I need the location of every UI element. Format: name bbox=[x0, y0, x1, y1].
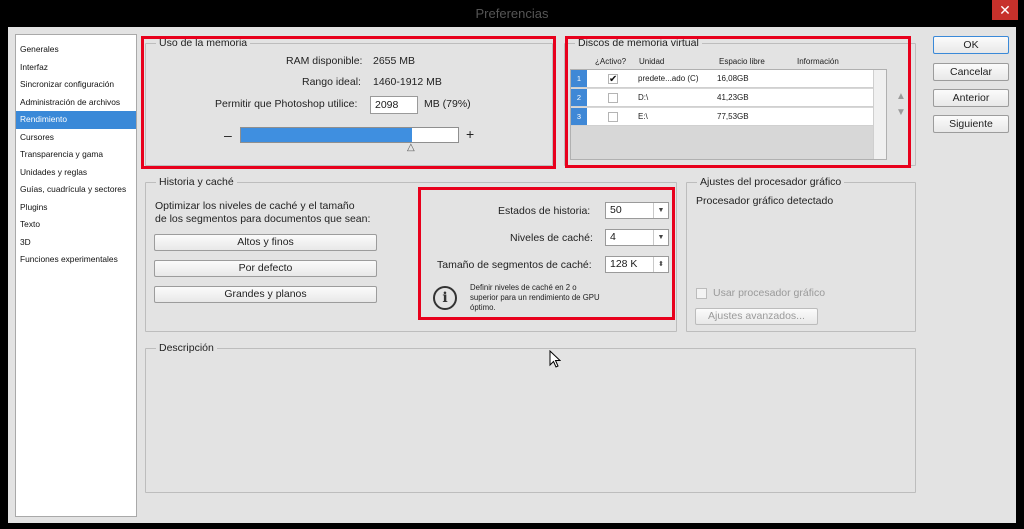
advanced-settings-button[interactable]: Ajustes avanzados... bbox=[695, 308, 818, 325]
cache-levels-select[interactable]: 4 ▼ bbox=[605, 229, 669, 246]
sidebar-item-generales[interactable]: Generales bbox=[16, 41, 136, 59]
sidebar-item-cursores[interactable]: Cursores bbox=[16, 129, 136, 147]
use-gpu-label: Usar procesador gráfico bbox=[713, 287, 826, 299]
title-bar: Preferencias ✕ bbox=[0, 0, 1024, 27]
col-info: Información bbox=[797, 57, 839, 66]
sidebar-item-guias[interactable]: Guías, cuadrícula y sectores bbox=[16, 181, 136, 199]
chevron-down-icon: ▼ bbox=[653, 230, 668, 245]
move-up-icon[interactable]: ▲ bbox=[896, 91, 906, 102]
free-cell: 77,53GB bbox=[717, 112, 749, 121]
memory-slider-thumb[interactable]: △ bbox=[407, 142, 415, 153]
tile-size-select[interactable]: 128 K ⬍ bbox=[605, 256, 669, 273]
sidebar-item-texto[interactable]: Texto bbox=[16, 216, 136, 234]
sidebar-item-plugins[interactable]: Plugins bbox=[16, 199, 136, 217]
table-scrollbar[interactable] bbox=[873, 70, 886, 159]
next-button[interactable]: Siguiente bbox=[933, 115, 1009, 133]
unit-cell: D:\ bbox=[638, 93, 649, 102]
sidebar: Generales Interfaz Sincronizar configura… bbox=[15, 34, 137, 517]
sidebar-item-unidades[interactable]: Unidades y reglas bbox=[16, 164, 136, 182]
cancel-button[interactable]: Cancelar bbox=[933, 63, 1009, 81]
col-active: ¿Activo? bbox=[595, 57, 627, 66]
range-value: 1460-1912 MB bbox=[373, 76, 442, 88]
sidebar-item-archivos[interactable]: Administración de archivos bbox=[16, 94, 136, 112]
info-icon: i bbox=[433, 286, 457, 310]
col-free: Espacio libre bbox=[719, 57, 765, 66]
optimize-text-1: Optimizar los niveles de caché y el tama… bbox=[155, 200, 355, 212]
spinner-icon: ⬍ bbox=[653, 257, 668, 272]
sidebar-item-interfaz[interactable]: Interfaz bbox=[16, 59, 136, 77]
memory-amount-input[interactable]: 2098 bbox=[370, 96, 418, 114]
sidebar-item-transparencia[interactable]: Transparencia y gama bbox=[16, 146, 136, 164]
history-states-label: Estados de historia: bbox=[498, 205, 591, 217]
free-cell: 16,08GB bbox=[717, 74, 749, 83]
preferences-dialog: Generales Interfaz Sincronizar configura… bbox=[8, 27, 1016, 523]
tall-thin-button[interactable]: Altos y finos bbox=[154, 234, 377, 251]
history-cache-title: Historia y caché bbox=[156, 176, 237, 189]
row-number: 1 bbox=[571, 70, 587, 87]
cache-levels-label: Niveles de caché: bbox=[510, 232, 593, 244]
tile-size-label: Tamaño de segmentos de caché: bbox=[437, 259, 592, 271]
table-row[interactable]: 1 ✔ predete...ado (C) 16,08GB bbox=[571, 70, 873, 88]
free-cell: 41,23GB bbox=[717, 93, 749, 102]
window-title: Preferencias bbox=[475, 6, 549, 21]
unit-cell: predete...ado (C) bbox=[638, 74, 699, 83]
gpu-detected: Procesador gráfico detectado bbox=[696, 195, 834, 207]
active-checkbox[interactable] bbox=[608, 112, 618, 122]
unit-cell: E:\ bbox=[638, 112, 648, 121]
history-states-select[interactable]: 50 ▼ bbox=[605, 202, 669, 219]
description-title: Descripción bbox=[156, 342, 217, 355]
optimize-text-2: de los segmentos para documentos que sea… bbox=[155, 213, 371, 225]
info-text-2: superior para un rendimiento de GPU bbox=[470, 293, 600, 302]
memory-unit: MB (79%) bbox=[424, 98, 471, 110]
memory-slider-fill bbox=[241, 128, 412, 142]
row-number: 3 bbox=[571, 108, 587, 125]
active-checkbox[interactable] bbox=[608, 93, 618, 103]
slider-minus[interactable]: – bbox=[224, 127, 232, 143]
ram-label: RAM disponible: bbox=[286, 55, 363, 67]
range-label: Rango ideal: bbox=[302, 76, 361, 88]
sidebar-item-sincronizar[interactable]: Sincronizar configuración bbox=[16, 76, 136, 94]
allow-label: Permitir que Photoshop utilice: bbox=[215, 98, 358, 110]
sidebar-item-3d[interactable]: 3D bbox=[16, 234, 136, 252]
big-flat-button[interactable]: Grandes y planos bbox=[154, 286, 377, 303]
move-down-icon[interactable]: ▼ bbox=[896, 107, 906, 118]
default-button[interactable]: Por defecto bbox=[154, 260, 377, 277]
slider-plus[interactable]: + bbox=[466, 126, 474, 142]
close-icon: ✕ bbox=[999, 2, 1011, 18]
tile-size-value: 128 K bbox=[610, 258, 638, 270]
description-group: Descripción bbox=[145, 342, 916, 493]
close-button[interactable]: ✕ bbox=[992, 0, 1018, 20]
row-number: 2 bbox=[571, 89, 587, 106]
table-row[interactable]: 3 E:\ 77,53GB bbox=[571, 108, 873, 126]
ok-button[interactable]: OK bbox=[933, 36, 1009, 54]
chevron-down-icon: ▼ bbox=[653, 203, 668, 218]
history-states-value: 50 bbox=[610, 204, 622, 216]
table-row[interactable]: 2 D:\ 41,23GB bbox=[571, 89, 873, 107]
info-text-1: Definir niveles de caché en 2 o bbox=[470, 283, 577, 292]
sidebar-item-funciones[interactable]: Funciones experimentales bbox=[16, 251, 136, 269]
gpu-title: Ajustes del procesador gráfico bbox=[697, 176, 845, 189]
active-checkbox[interactable]: ✔ bbox=[608, 74, 618, 85]
previous-button[interactable]: Anterior bbox=[933, 89, 1009, 107]
memory-slider[interactable] bbox=[240, 127, 459, 143]
use-gpu-checkbox[interactable] bbox=[696, 288, 707, 299]
col-unit: Unidad bbox=[639, 57, 665, 66]
cache-levels-value: 4 bbox=[610, 231, 616, 243]
scratch-disk-table: 1 ✔ predete...ado (C) 16,08GB 2 D:\ 41,2… bbox=[570, 69, 887, 160]
info-text-3: óptimo. bbox=[470, 303, 496, 312]
ram-value: 2655 MB bbox=[373, 55, 416, 67]
mouse-cursor-icon bbox=[549, 350, 561, 368]
sidebar-item-rendimiento[interactable]: Rendimiento bbox=[16, 111, 136, 129]
